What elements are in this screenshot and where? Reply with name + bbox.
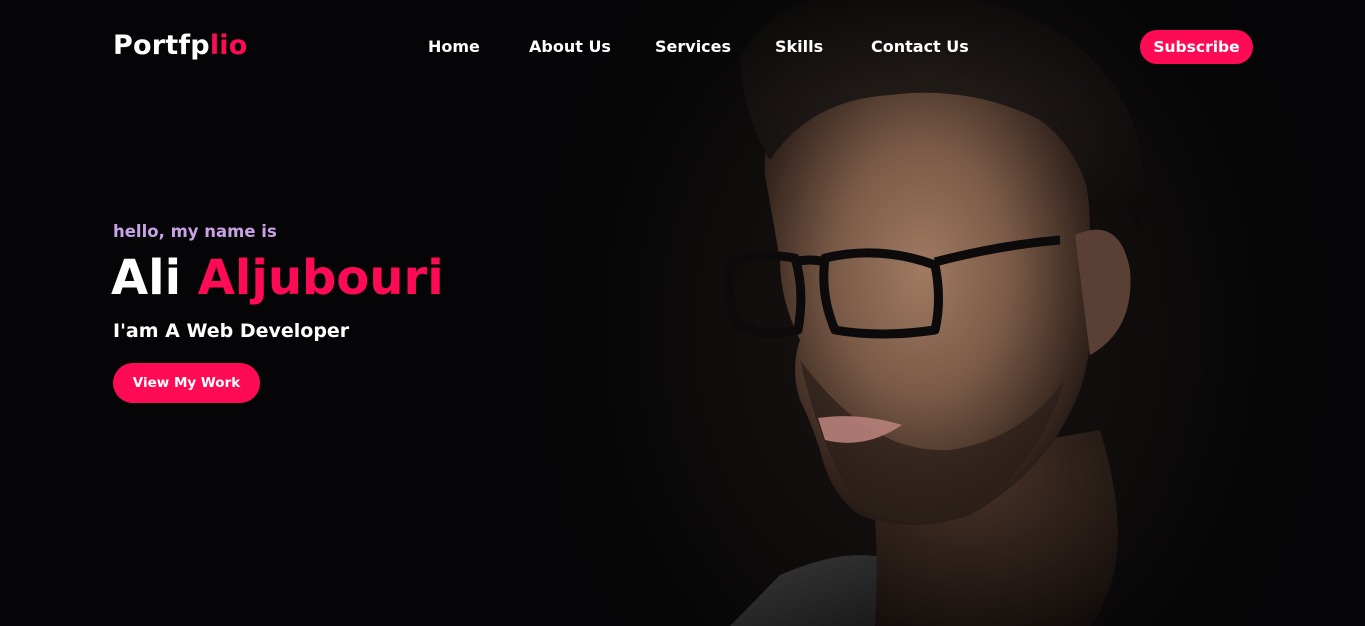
hero-name: Ali Aljubouri	[111, 250, 444, 306]
nav-link-contact-us[interactable]: Contact Us	[871, 37, 969, 56]
hero-first-name: Ali	[111, 250, 182, 306]
logo-text-accent: lio	[209, 30, 248, 61]
hero-section: Portfplio Home About Us Services Skills …	[0, 0, 1365, 626]
site-logo[interactable]: Portfplio	[113, 30, 248, 61]
navbar: Portfplio Home About Us Services Skills …	[0, 0, 1365, 95]
nav-link-about-us[interactable]: About Us	[529, 37, 611, 56]
hero-role: I'am A Web Developer	[113, 320, 350, 342]
hero-last-name: Aljubouri	[197, 250, 444, 306]
nav-link-home[interactable]: Home	[428, 37, 480, 56]
view-my-work-button[interactable]: View My Work	[113, 363, 260, 403]
hero-greeting: hello, my name is	[113, 222, 277, 241]
logo-text-main: Portfp	[113, 30, 210, 61]
nav-link-services[interactable]: Services	[655, 37, 731, 56]
subscribe-button[interactable]: Subscribe	[1140, 30, 1253, 64]
nav-link-skills[interactable]: Skills	[775, 37, 823, 56]
